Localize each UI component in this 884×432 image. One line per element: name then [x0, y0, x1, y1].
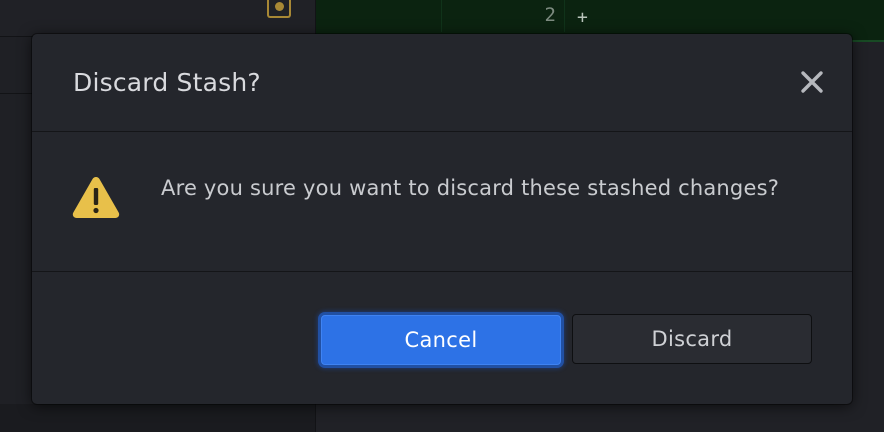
dialog-message: Are you sure you want to discard these s… [161, 176, 780, 200]
dialog-title: Discard Stash? [73, 68, 261, 97]
diff-line-number: 2 [544, 4, 556, 26]
discard-button[interactable]: Discard [572, 314, 812, 364]
close-button[interactable] [796, 66, 828, 98]
close-icon [796, 66, 828, 98]
diff-gutter-divider [564, 0, 565, 32]
discard-stash-dialog: Discard Stash? Are you sure you want to … [32, 34, 852, 404]
diff-gutter-divider [441, 0, 442, 32]
dialog-footer: Cancel Discard [32, 272, 852, 404]
dialog-body: Are you sure you want to discard these s… [32, 132, 852, 272]
diff-added-marker: + [577, 7, 588, 28]
changes-pane-footer [0, 404, 315, 432]
warning-icon [71, 174, 121, 220]
dialog-header: Discard Stash? [32, 34, 852, 132]
cancel-button[interactable]: Cancel [321, 315, 561, 365]
file-modified-icon [267, 0, 291, 18]
